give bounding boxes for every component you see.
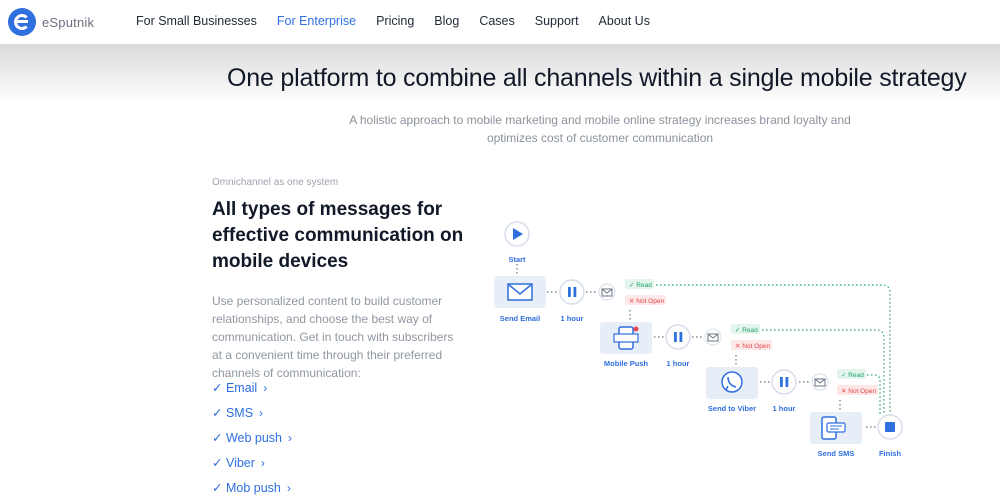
read-badge-3: ✓ Read	[841, 372, 864, 379]
nav-blog[interactable]: Blog	[434, 14, 459, 28]
wait-label-2: 1 hour	[667, 359, 690, 368]
wait-node-1: 1 hour	[559, 279, 585, 323]
pause-icon	[674, 332, 677, 342]
section-body: Use personalized content to build custom…	[212, 294, 454, 380]
channel-link-viber[interactable]: ✓ Viber ›	[212, 455, 292, 480]
start-label: Start	[508, 255, 526, 264]
not-open-badge-3: ✕ Not Open	[841, 388, 876, 395]
nav-cases[interactable]: Cases	[479, 14, 514, 28]
not-open-badge-1: ✕ Not Open	[629, 298, 664, 305]
wait-label-3: 1 hour	[773, 404, 796, 413]
site-header: eSputnik For Small Businesses For Enterp…	[0, 0, 1000, 44]
channel-link-sms[interactable]: ✓ SMS ›	[212, 405, 292, 430]
open-check-node-1: ✓ Read ✕ Not Open	[598, 279, 666, 305]
send-sms-label: Send SMS	[818, 449, 855, 458]
channel-link-email[interactable]: ✓ Email ›	[212, 380, 292, 405]
section-title: All types of messages for effective comm…	[212, 199, 464, 272]
mobile-push-node: Mobile Push	[600, 322, 652, 368]
flow-svg: Start Send Email 1 hour ✓ Read ✕ Not Ope…	[494, 221, 903, 458]
send-to-viber-label: Send to Viber	[708, 404, 756, 413]
nav-pricing[interactable]: Pricing	[376, 14, 414, 28]
nav-enterprise[interactable]: For Enterprise	[277, 14, 356, 28]
viber-icon	[721, 371, 743, 393]
wait-node-3: 1 hour	[771, 369, 797, 413]
channel-list: ✓ Email › ✓ SMS › ✓ Web push › ✓ Viber › ✓ M…	[212, 380, 292, 503]
finish-node: Finish	[877, 414, 903, 458]
read-connectors	[656, 284, 891, 415]
mobile-push-label: Mobile Push	[604, 359, 649, 368]
nav-small-businesses[interactable]: For Small Businesses	[136, 14, 257, 28]
section-eyebrow: Omnichannel as one system	[212, 177, 339, 188]
main-nav: For Small Businesses For Enterprise Pric…	[136, 14, 670, 28]
channel-link-web-push[interactable]: ✓ Web push ›	[212, 430, 292, 455]
wait-node-2: 1 hour	[665, 324, 691, 368]
open-check-node-3: ✓ Read ✕ Not Open	[811, 369, 878, 395]
finish-label: Finish	[879, 449, 902, 458]
send-email-node: Send Email	[494, 276, 546, 323]
nav-support[interactable]: Support	[535, 14, 579, 28]
pause-icon	[780, 377, 783, 387]
envelope-icon	[507, 283, 533, 301]
channel-link-mob-push[interactable]: ✓ Mob push ›	[212, 480, 292, 503]
hero-subline: A holistic approach to mobile marketing …	[349, 113, 851, 145]
send-to-viber-node: Send to Viber	[706, 367, 758, 413]
pause-icon	[568, 287, 571, 297]
brand-logo[interactable]: eSputnik	[8, 8, 94, 36]
brand-name: eSputnik	[42, 14, 95, 30]
not-open-badge-2: ✕ Not Open	[735, 343, 770, 350]
nav-about-us[interactable]: About Us	[599, 14, 650, 28]
open-check-node-2: ✓ Read ✕ Not Open	[704, 324, 772, 350]
esputnik-logo-icon	[8, 8, 36, 36]
stop-icon	[885, 422, 895, 432]
omnichannel-flow-diagram: Start Send Email 1 hour ✓ Read ✕ Not Ope…	[490, 215, 930, 465]
wait-label-1: 1 hour	[561, 314, 584, 323]
read-badge-1: ✓ Read	[629, 282, 652, 289]
start-node: Start	[504, 221, 530, 264]
send-email-label: Send Email	[500, 314, 540, 323]
send-sms-node: Send SMS	[810, 412, 862, 458]
hero-headline: One platform to combine all channels wit…	[227, 64, 967, 92]
read-badge-2: ✓ Read	[735, 327, 758, 334]
